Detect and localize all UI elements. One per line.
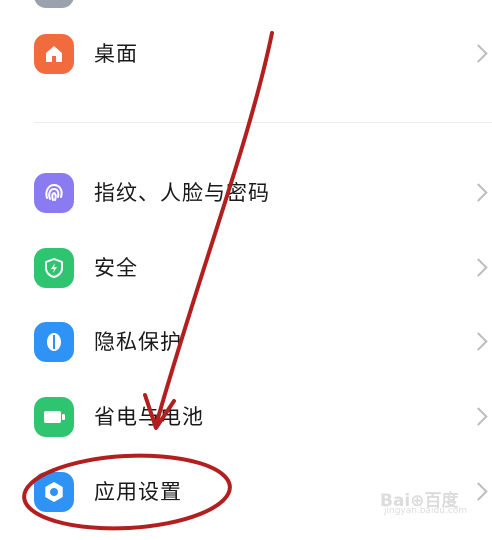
settings-item-label: 桌面: [94, 42, 138, 66]
gear-icon: [34, 472, 74, 512]
battery-icon: [34, 397, 74, 437]
settings-screen: 桌面 指纹、人脸与密码 安全 隐私保护 省电与电池 应用设置 Bai⊕百度 ji…: [0, 0, 492, 540]
chevron-right-icon: [469, 407, 488, 426]
settings-item-label: 安全: [94, 256, 138, 280]
previous-item-icon: [34, 0, 74, 8]
chevron-right-icon: [469, 332, 488, 351]
settings-item-fingerprint-face-password[interactable]: 指纹、人脸与密码: [0, 163, 492, 223]
settings-item-label: 应用设置: [94, 480, 182, 504]
chevron-right-icon: [469, 183, 488, 202]
settings-item-battery[interactable]: 省电与电池: [0, 387, 492, 447]
home-icon: [34, 34, 74, 74]
settings-item-security[interactable]: 安全: [0, 238, 492, 298]
settings-item-desktop[interactable]: 桌面: [0, 24, 492, 84]
watermark: Bai⊕百度 jingyan.baidu.com: [380, 486, 480, 526]
shield-bolt-icon: [34, 248, 74, 288]
chevron-right-icon: [469, 44, 488, 63]
settings-item-privacy[interactable]: 隐私保护: [0, 312, 492, 372]
section-divider: [34, 122, 492, 123]
fingerprint-icon: [34, 173, 74, 213]
settings-item-label: 隐私保护: [94, 330, 182, 354]
privacy-shield-icon: [34, 322, 74, 362]
settings-item-label: 省电与电池: [94, 405, 204, 429]
settings-item-label: 指纹、人脸与密码: [94, 181, 270, 205]
watermark-url: jingyan.baidu.com: [384, 506, 468, 516]
chevron-right-icon: [469, 258, 488, 277]
